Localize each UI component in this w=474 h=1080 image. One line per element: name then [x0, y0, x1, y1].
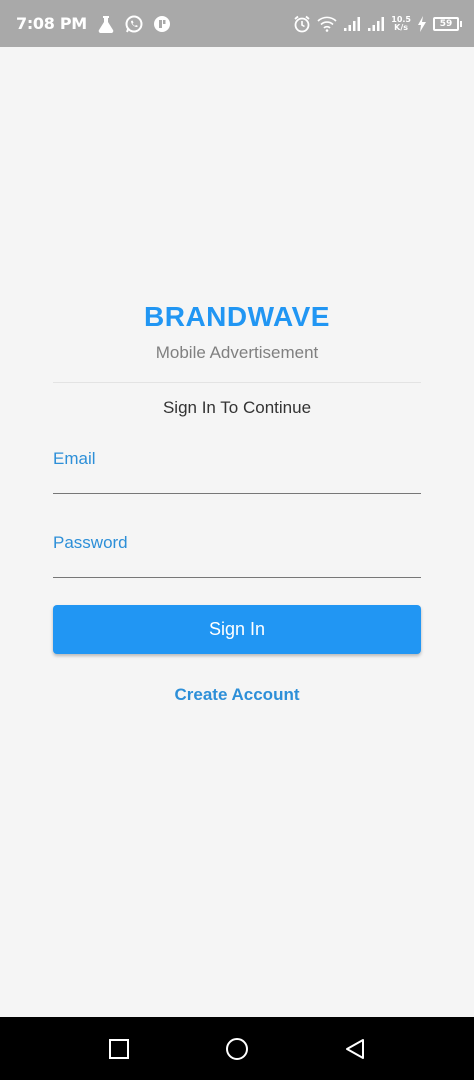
flask-icon — [97, 15, 115, 33]
status-right: 10.5 K/s 59 — [293, 15, 462, 33]
network-speed: 10.5 K/s — [391, 15, 411, 32]
signin-heading: Sign In To Continue — [162, 398, 312, 417]
back-icon[interactable] — [343, 1037, 367, 1061]
password-underline — [53, 577, 421, 578]
home-icon[interactable] — [225, 1037, 249, 1061]
password-input[interactable] — [53, 529, 421, 578]
status-time: 7:08 PM — [16, 14, 87, 33]
create-account-link[interactable]: Create Account — [0, 685, 474, 705]
signin-screen: BRANDWAVE Mobile Advertisement Sign In T… — [0, 47, 474, 1017]
app-notification-icon — [153, 15, 171, 33]
brand-subtitle: Mobile Advertisement — [155, 343, 319, 362]
whatsapp-icon — [125, 15, 143, 33]
signal-icon — [367, 16, 385, 32]
status-bar: 7:08 PM 10.5 K/s 59 — [0, 0, 474, 47]
wifi-icon — [317, 16, 337, 32]
email-input[interactable] — [53, 445, 421, 494]
status-left: 7:08 PM — [16, 14, 171, 33]
navigation-bar — [0, 1017, 474, 1080]
divider — [53, 382, 421, 383]
battery-icon: 59 — [433, 16, 462, 31]
signin-button[interactable]: Sign In — [53, 605, 421, 654]
network-speed-unit: K/s — [394, 22, 409, 32]
password-field[interactable]: Password — [53, 529, 421, 579]
battery-cap — [460, 20, 462, 27]
charging-icon — [417, 15, 427, 32]
brand-title: BRANDWAVE — [144, 301, 330, 332]
signal-icon — [343, 16, 361, 32]
email-underline — [53, 493, 421, 494]
battery-level: 59 — [433, 16, 459, 31]
alarm-icon — [293, 15, 311, 33]
recent-apps-icon[interactable] — [107, 1037, 131, 1061]
email-field[interactable]: Email — [53, 445, 421, 495]
